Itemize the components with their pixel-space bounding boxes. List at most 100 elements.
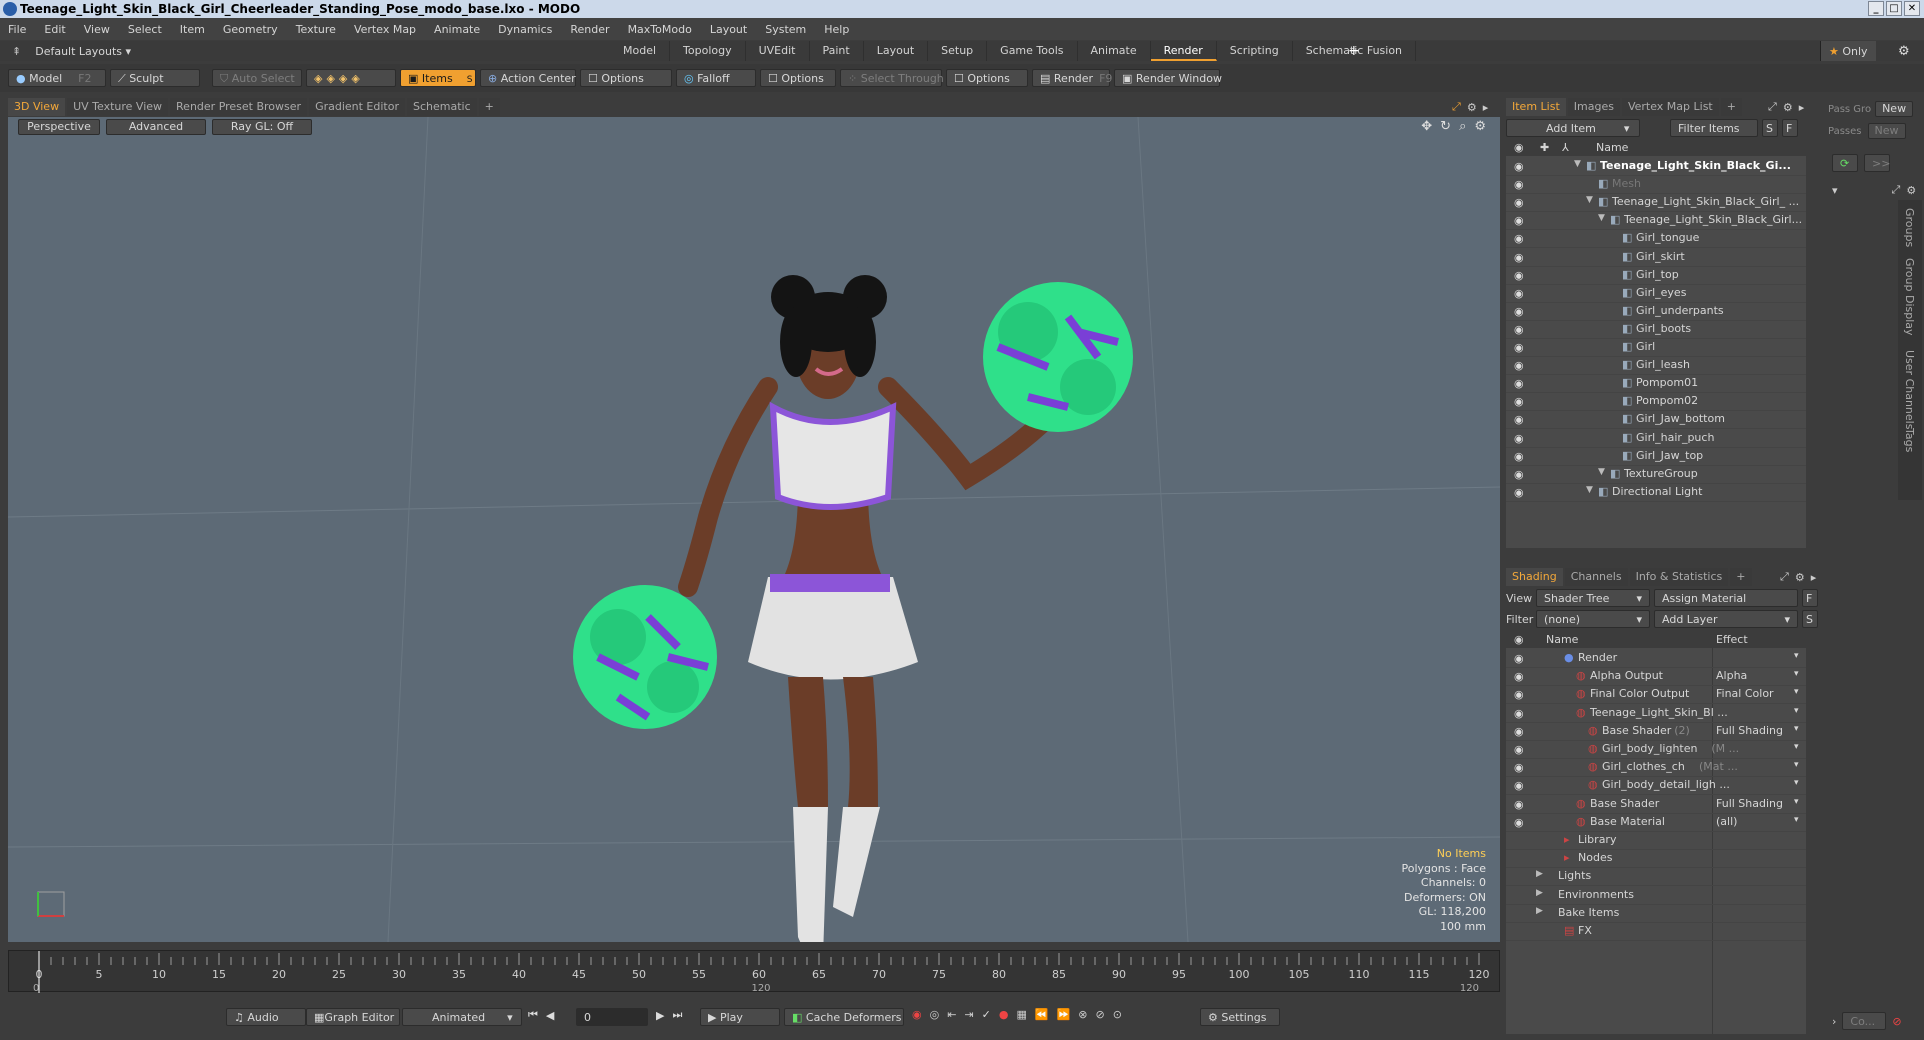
- shader-tree-row[interactable]: ◉ ◍ Girl_body_detail_ligh ... ▾: [1506, 777, 1806, 796]
- tab-animate[interactable]: Animate: [1078, 41, 1151, 61]
- tab-game-tools[interactable]: Game Tools: [987, 41, 1078, 61]
- item-list-row[interactable]: ◉ ◧ Girl_Jaw_bottom: [1506, 411, 1806, 430]
- tab-setup[interactable]: Setup: [928, 41, 988, 61]
- skip-start-icon[interactable]: ⏮: [528, 1008, 538, 1022]
- filter-items-input[interactable]: Filter Items: [1670, 119, 1758, 137]
- add-item-tab-icon[interactable]: +: [1720, 98, 1742, 116]
- eye-icon[interactable]: ◉: [1514, 395, 1524, 408]
- eye-icon[interactable]: ◉: [1514, 652, 1524, 665]
- menu-item-dynamics[interactable]: Dynamics: [498, 23, 552, 36]
- model-mode-button[interactable]: ● Model F2: [8, 69, 106, 87]
- shader-tree-row[interactable]: ◉ ◍ Base Shader Full Shading ▾: [1506, 796, 1806, 814]
- new-pass-group-button[interactable]: New: [1875, 101, 1914, 117]
- expand-arrow-icon[interactable]: ▶: [1536, 888, 1543, 898]
- add-shading-tab-icon[interactable]: +: [1730, 568, 1752, 586]
- shader-tree-row[interactable]: ◉ ◍ Teenage_Light_Skin_Bl ... ▾: [1506, 705, 1806, 723]
- viewport-tab-gradient-editor[interactable]: Gradient Editor: [309, 98, 405, 116]
- shader-effect[interactable]: Alpha: [1716, 669, 1800, 682]
- key-mode-icon[interactable]: ▦: [1016, 1008, 1026, 1021]
- menu-item-edit[interactable]: Edit: [44, 23, 65, 36]
- select-through-button[interactable]: ⁘ Select Through: [840, 69, 944, 87]
- item-list-row[interactable]: ◉ ◧ Girl_boots: [1506, 321, 1806, 339]
- item-list-row[interactable]: ◉ ▼ ◧ Directional Light: [1506, 484, 1806, 502]
- item-list-row[interactable]: ◉ ▼ ◧ TextureGroup: [1506, 466, 1806, 484]
- new-pass-button[interactable]: New: [1867, 123, 1906, 139]
- shading-tab-channels[interactable]: Channels: [1564, 568, 1628, 586]
- expand-icon[interactable]: ⤢: [1452, 100, 1461, 114]
- record-icon[interactable]: ◉: [912, 1008, 922, 1021]
- menu-item-file[interactable]: File: [8, 23, 26, 36]
- add-viewport-tab-icon[interactable]: +: [478, 98, 500, 116]
- only-toggle[interactable]: ★ Only: [1820, 41, 1876, 61]
- dropdown-arrow-icon[interactable]: ▾: [1794, 778, 1799, 788]
- gear-icon[interactable]: ⚙: [1906, 184, 1916, 197]
- menu-item-layout[interactable]: Layout: [710, 23, 747, 36]
- item-list-row[interactable]: ◉ ▼ ◧ Teenage_Light_Skin_Black_Girl_ ...: [1506, 194, 1806, 213]
- expand-arrow-icon[interactable]: ▼: [1586, 195, 1593, 205]
- shader-tree-row[interactable]: ▸ Library: [1506, 832, 1806, 850]
- eye-icon[interactable]: ◉: [1514, 688, 1524, 701]
- eye-icon[interactable]: ◉: [1514, 178, 1524, 191]
- eye-icon[interactable]: ◉: [1514, 287, 1524, 300]
- tab-topology[interactable]: Topology: [670, 41, 746, 61]
- expand-arrow-icon[interactable]: ▼: [1598, 213, 1605, 223]
- item-list-row[interactable]: ◉ ◧ Girl_tongue: [1506, 230, 1806, 249]
- tab-uvedit[interactable]: UVEdit: [746, 41, 810, 61]
- eye-icon[interactable]: ◉: [1514, 323, 1524, 336]
- audio-button[interactable]: ♫ Audio: [226, 1008, 306, 1026]
- menu-item-help[interactable]: Help: [824, 23, 849, 36]
- shader-filter-selector[interactable]: (none) ▾: [1536, 610, 1650, 628]
- command-input[interactable]: Co...: [1842, 1012, 1887, 1030]
- shader-effect[interactable]: Full Shading: [1716, 797, 1800, 810]
- key-jump-back-icon[interactable]: ⏪: [1035, 1008, 1049, 1021]
- shader-tree-row[interactable]: ◉ ◍ Final Color Output Final Color ▾: [1506, 686, 1806, 705]
- tab-paint[interactable]: Paint: [810, 41, 864, 61]
- eye-icon[interactable]: ◉: [1514, 670, 1524, 683]
- vertical-tab-groups[interactable]: Groups: [1903, 208, 1916, 247]
- graph-editor-button[interactable]: ▦Graph Editor: [306, 1008, 400, 1026]
- shading-s-button[interactable]: S: [1802, 610, 1818, 628]
- 3d-viewport[interactable]: Perspective Advanced Ray GL: Off ✥↻⌕⚙: [8, 117, 1500, 942]
- layout-selector[interactable]: Default Layouts ▾: [35, 45, 131, 58]
- shading-f-button[interactable]: F: [1802, 589, 1818, 607]
- eye-icon[interactable]: ◉: [1514, 305, 1524, 318]
- key-filter-icon[interactable]: ⊘: [1096, 1008, 1105, 1021]
- eye-icon[interactable]: ◉: [1514, 707, 1524, 720]
- shading-tab-info-statistics[interactable]: Info & Statistics: [1629, 568, 1729, 586]
- menu-item-select[interactable]: Select: [128, 23, 162, 36]
- eye-icon[interactable]: ◉: [1514, 269, 1524, 282]
- falloff-button[interactable]: ◎ Falloff: [676, 69, 756, 87]
- arrow-right-icon[interactable]: ›: [1832, 1015, 1836, 1028]
- eye-icon[interactable]: ◉: [1514, 779, 1524, 792]
- item-list-row[interactable]: ◉ ◧ Mesh: [1506, 176, 1806, 195]
- dropdown-arrow-icon[interactable]: ▾: [1794, 706, 1799, 716]
- eye-icon[interactable]: ◉: [1514, 377, 1524, 390]
- dropdown-arrow-icon[interactable]: ▾: [1794, 651, 1799, 661]
- action-center-button[interactable]: ⊕ Action Center: [480, 69, 576, 87]
- menu-item-render[interactable]: Render: [570, 23, 609, 36]
- viewport-tab-uv-texture-view[interactable]: UV Texture View: [67, 98, 169, 116]
- dropdown-arrow-icon[interactable]: ▾: [1794, 815, 1799, 825]
- shader-tree-row[interactable]: ◉ ● Render ▾: [1506, 650, 1806, 668]
- vertical-tab-tags[interactable]: Tags: [1903, 428, 1916, 452]
- viewport-tab-render-preset-browser[interactable]: Render Preset Browser: [170, 98, 308, 116]
- shader-tree-row[interactable]: ▶ Lights: [1506, 868, 1806, 887]
- dropdown-arrow-icon[interactable]: ▾: [1794, 742, 1799, 752]
- select-mode-buttons[interactable]: ◈◈◈◈: [306, 69, 396, 87]
- shader-tree-row[interactable]: ◉ ◍ Base Material (all) ▾: [1506, 814, 1806, 832]
- tab-render[interactable]: Render: [1150, 41, 1217, 61]
- add-tab-icon[interactable]: +: [1348, 41, 1360, 61]
- shader-effect[interactable]: (all): [1716, 815, 1800, 828]
- layout-arrow-icon[interactable]: ⇞: [12, 45, 21, 58]
- auto-select-button[interactable]: ⛉ Auto Select: [212, 69, 302, 87]
- item-list-row[interactable]: ◉ ◧ Pompom01: [1506, 375, 1806, 394]
- menu-item-maxtomodo[interactable]: MaxToModo: [628, 23, 692, 36]
- gear-icon[interactable]: ⚙: [1467, 101, 1477, 114]
- dropdown-arrow-icon[interactable]: ▾: [1794, 760, 1799, 770]
- item-list-row[interactable]: ◉ ◧ Girl_hair_puch: [1506, 430, 1806, 448]
- refresh-icon[interactable]: ⟳: [1832, 154, 1858, 172]
- shader-tree-row[interactable]: ◉ ◍ Girl_clothes_ch (Mat ... ▾: [1506, 759, 1806, 778]
- item-list-row[interactable]: ◉ ◧ Girl_eyes: [1506, 285, 1806, 303]
- eye-icon[interactable]: ◉: [1514, 251, 1524, 264]
- item-f-button[interactable]: F: [1782, 119, 1798, 137]
